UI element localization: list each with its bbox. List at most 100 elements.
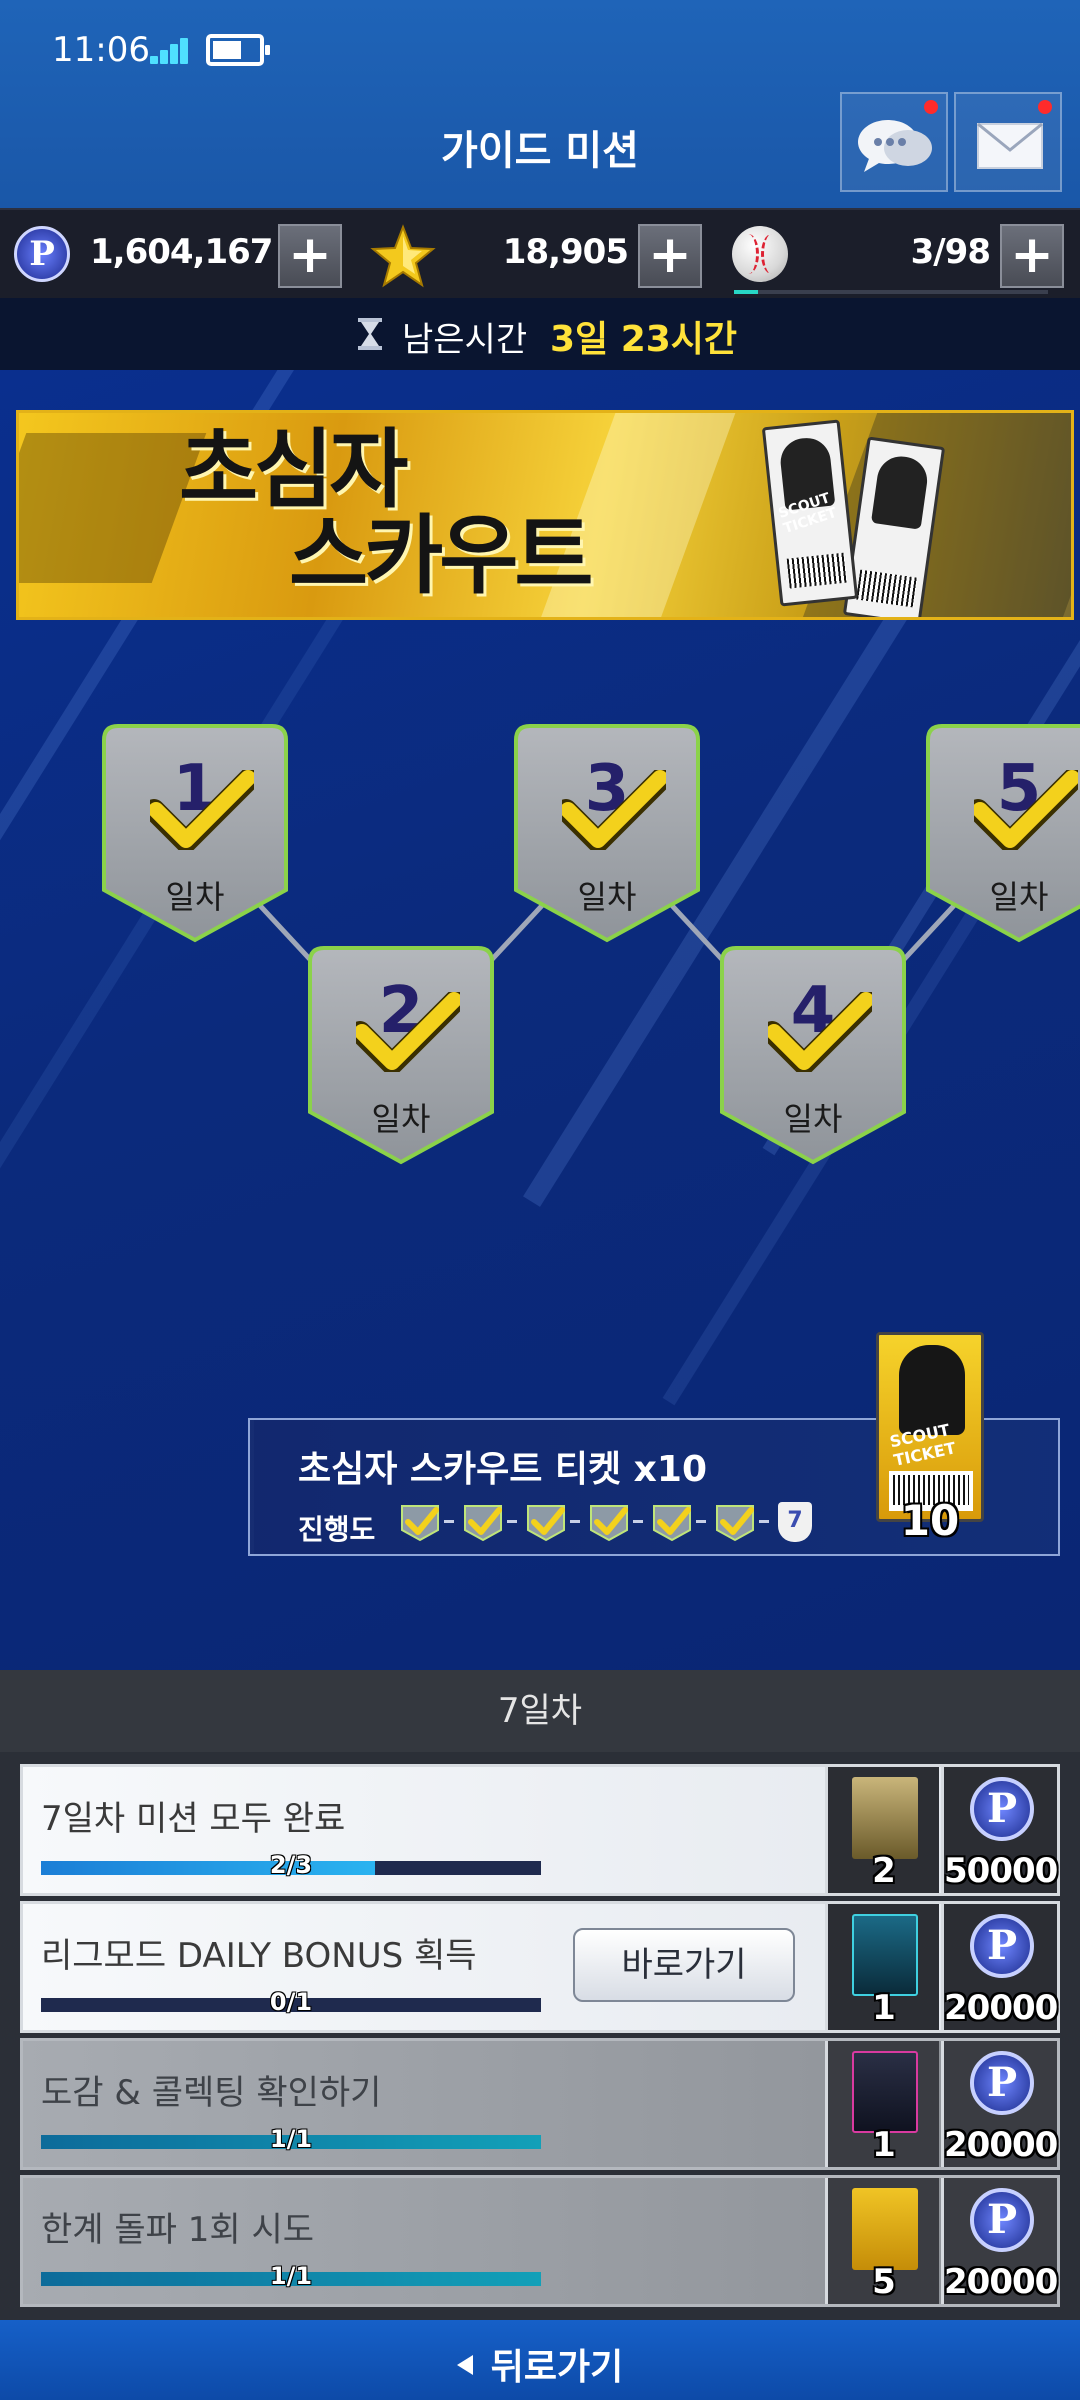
points-coin-icon: P — [970, 2188, 1034, 2252]
mission-progress-text: 0/1 — [269, 1988, 313, 2016]
day-label: 일차 — [989, 878, 1049, 916]
mission-text: 도감 & 콜렉팅 확인하기 — [41, 2073, 382, 2113]
mission-row: 리그모드 DAILY BONUS 획득 0/1 바로가기 1 P 20000 — [20, 1901, 1060, 2033]
mission-points-reward: P 50000 — [941, 1767, 1058, 1893]
mission-progress-text: 1/1 — [269, 2125, 313, 2153]
progress-dash — [507, 1520, 517, 1523]
progress-check-icon — [461, 1500, 505, 1544]
beginner-scout-banner[interactable]: 초심자 스카우트 SCOUT TICKET — [16, 410, 1074, 620]
currency-bar: P 1,604,167 + 18,905 + 3/98 + — [0, 208, 1080, 298]
day-node-2[interactable]: 2 일차 — [306, 944, 496, 1166]
reward-item-card — [852, 2051, 918, 2133]
day-node-4[interactable]: 4 일차 — [718, 944, 908, 1166]
mission-progress-text: 2/3 — [269, 1851, 313, 1879]
timer-label: 남은시간 — [402, 320, 528, 360]
scout-ticket-reward-card: SCOUT TICKET — [876, 1332, 984, 1522]
day-node-5[interactable]: 5 일차 — [924, 722, 1080, 944]
battery-icon — [206, 34, 270, 66]
chat-button[interactable] — [840, 92, 948, 192]
mission-list-area: 7일차 7일차 미션 모두 완료 2/3 2 P 50000 리그모드 DAILY BON… — [0, 1670, 1080, 2320]
reward-points: 20000 — [944, 2125, 1058, 2165]
mission-row[interactable]: 도감 & 콜렉팅 확인하기 1/1 1 P 20000 — [20, 2038, 1060, 2170]
star-icon — [370, 224, 436, 288]
reward-points: 50000 — [944, 1851, 1058, 1891]
progress-dash — [570, 1520, 580, 1523]
progress-dash — [696, 1520, 706, 1523]
progress-check-icon — [713, 1500, 757, 1544]
mission-item-reward: 2 — [825, 1767, 939, 1893]
reward-points: 20000 — [944, 2262, 1058, 2302]
baseball-icon — [732, 226, 788, 282]
go-shortcut-button[interactable]: 바로가기 — [573, 1928, 795, 2002]
balls-value: 3/98 — [910, 232, 991, 272]
banner-title: 초심자 스카우트 — [179, 427, 593, 606]
ball-progress-indicator — [734, 290, 758, 294]
reward-progress-label: 진행도 — [298, 1513, 376, 1546]
reward-item-count: 5 — [872, 2262, 896, 2302]
mission-row[interactable]: 7일차 미션 모두 완료 2/3 2 P 50000 — [20, 1764, 1060, 1896]
timer-value: 3일 23시간 — [550, 319, 738, 360]
progress-current-step: 7 — [778, 1502, 812, 1542]
progress-check-icon — [587, 1500, 631, 1544]
mission-points-reward: P 20000 — [941, 2178, 1058, 2304]
mission-points-reward: P 20000 — [941, 2041, 1058, 2167]
mission-item-reward: 1 — [825, 2041, 939, 2167]
reward-item-count: 1 — [872, 2125, 896, 2165]
reward-item-card — [852, 2188, 918, 2270]
progress-dash — [444, 1520, 454, 1523]
points-coin-icon: P — [14, 226, 70, 282]
points-value: 1,604,167 — [90, 232, 273, 272]
checkmark-icon — [150, 770, 254, 850]
mission-points-reward: P 20000 — [941, 1904, 1058, 2030]
progress-dash — [759, 1520, 769, 1523]
add-stars-button[interactable]: + — [638, 224, 702, 288]
reward-count: 10 — [900, 1496, 960, 1545]
day-label: 일차 — [577, 878, 637, 916]
progress-check-icon — [524, 1500, 568, 1544]
day-node-3[interactable]: 3 일차 — [512, 722, 702, 944]
day-label: 일차 — [165, 878, 225, 916]
checkmark-icon — [768, 992, 872, 1072]
scout-ticket-image: SCOUT TICKET — [761, 419, 859, 607]
reward-points: 20000 — [944, 1988, 1058, 2028]
reward-item-card — [852, 1914, 918, 1996]
signal-icon — [150, 36, 196, 64]
reward-item-card — [852, 1777, 918, 1859]
reward-title: 초심자 스카우트 티켓 x10 — [298, 1449, 707, 1490]
reward-item-count: 1 — [872, 1988, 896, 2028]
checkmark-icon — [356, 992, 460, 1072]
back-label: 뒤로가기 — [490, 2347, 624, 2388]
reward-item-count: 2 — [872, 1851, 896, 1891]
banner-title-line1: 초심자 — [179, 420, 408, 520]
day-node-1[interactable]: 1 일차 — [100, 722, 290, 944]
mission-row[interactable]: 한계 돌파 1회 시도 1/1 5 P 20000 — [20, 2175, 1060, 2307]
day-label: 일차 — [783, 1100, 843, 1138]
progress-dash — [633, 1520, 643, 1523]
mail-button[interactable] — [954, 92, 1062, 192]
mail-notification-dot — [1038, 100, 1052, 114]
add-balls-button[interactable]: + — [1000, 224, 1064, 288]
progress-check-icon — [650, 1500, 694, 1544]
mission-text: 리그모드 DAILY BONUS 획득 — [41, 1936, 477, 1976]
ball-progress-track — [758, 290, 1048, 294]
banner-title-line2: 스카우트 — [289, 506, 593, 606]
mission-day-header: 7일차 — [0, 1670, 1080, 1752]
points-coin-icon: P — [970, 2051, 1034, 2115]
mission-item-reward: 1 — [825, 1904, 939, 2030]
progress-check-icon — [398, 1500, 442, 1544]
status-time: 11:06 — [52, 30, 150, 70]
mission-item-reward: 5 — [825, 2178, 939, 2304]
chat-notification-dot — [924, 100, 938, 114]
remaining-time-bar: 남은시간 3일 23시간 — [0, 298, 1080, 370]
day-label: 일차 — [371, 1100, 431, 1138]
mission-text: 7일차 미션 모두 완료 — [41, 1799, 346, 1839]
mission-text: 한계 돌파 1회 시도 — [41, 2210, 315, 2250]
checkmark-icon — [562, 770, 666, 850]
add-points-button[interactable]: + — [278, 224, 342, 288]
hourglass-icon — [358, 318, 382, 350]
mission-progress-text: 1/1 — [269, 2262, 313, 2290]
back-arrow-icon — [456, 2355, 473, 2375]
top-header: 11:06 가이드 미션 — [0, 0, 1080, 208]
points-coin-icon: P — [970, 1777, 1034, 1841]
back-button[interactable]: 뒤로가기 — [0, 2320, 1080, 2400]
